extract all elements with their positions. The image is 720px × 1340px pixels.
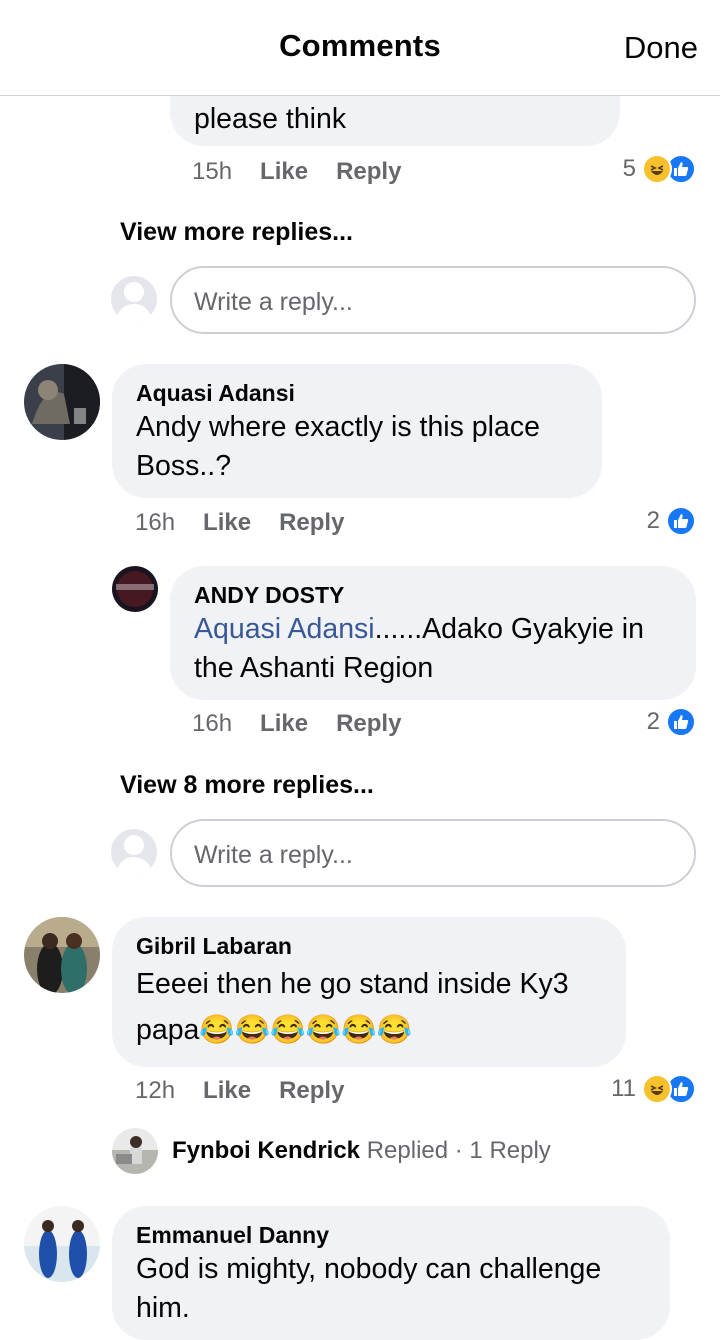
page-title: Comments <box>279 28 441 63</box>
replies-summary-link[interactable]: Fynboi Kendrick Replied · 1 Reply <box>172 1137 551 1165</box>
comment-text: Aquasi Adansi......Adako Gyakyie in the … <box>194 610 672 688</box>
done-button[interactable]: Done <box>624 30 698 66</box>
like-link[interactable]: Like <box>260 710 308 737</box>
comment-meta: 12h Like Reply <box>135 1077 372 1105</box>
comment-bubble[interactable]: Emmanuel Danny God is mighty, nobody can… <box>112 1206 670 1340</box>
avatar[interactable] <box>24 364 100 440</box>
comment-text: Andy where exactly is this place Boss..? <box>136 411 540 482</box>
comment-author[interactable]: Aquasi Adansi <box>136 378 578 408</box>
comment-time: 16h <box>192 710 233 737</box>
comment-time: 15h <box>192 158 233 185</box>
view-more-replies-link[interactable]: View 8 more replies... <box>120 771 374 800</box>
like-link[interactable]: Like <box>203 509 251 536</box>
avatar[interactable] <box>24 917 100 993</box>
replied-label: Replied <box>366 1137 449 1164</box>
comment-bubble[interactable]: Aquasi Adansi Andy where exactly is this… <box>112 364 602 498</box>
avatar[interactable] <box>112 1128 158 1174</box>
like-icon <box>666 707 696 737</box>
mention-link[interactable]: Aquasi Adansi <box>194 613 375 645</box>
comment-meta: 16h Like Reply <box>135 509 372 537</box>
reaction-count: 5 <box>622 155 636 182</box>
comment-time: 16h <box>135 509 176 536</box>
reply-bubble[interactable]: please think <box>170 96 620 146</box>
reaction-count: 2 <box>646 708 660 735</box>
comment-author[interactable]: Emmanuel Danny <box>136 1220 646 1250</box>
comment-author[interactable]: ANDY DOSTY <box>194 580 672 610</box>
like-link[interactable]: Like <box>203 1077 251 1104</box>
comment-time: 12h <box>135 1077 176 1104</box>
reaction-summary[interactable]: 5 <box>623 154 696 184</box>
reply-link[interactable]: Reply <box>279 1077 344 1104</box>
like-link[interactable]: Like <box>260 158 308 185</box>
comment-meta: 16h Like Reply <box>192 710 429 738</box>
like-icon <box>666 506 696 536</box>
comment-meta: 15h Like Reply <box>192 158 429 186</box>
avatar[interactable] <box>112 566 158 612</box>
reaction-count: 2 <box>646 507 660 534</box>
comment-text: Eeeei then he go stand inside Ky3 <box>136 968 569 1000</box>
reaction-summary[interactable]: 2 <box>647 506 696 536</box>
reply-count: · 1 Reply <box>454 1137 551 1164</box>
comment-text: please think <box>194 103 347 135</box>
haha-icon <box>642 1074 672 1104</box>
avatar-placeholder <box>111 276 157 322</box>
reaction-summary[interactable]: 11 <box>611 1074 696 1104</box>
avatar-placeholder <box>111 829 157 875</box>
reply-link[interactable]: Reply <box>279 509 344 536</box>
comment-text: God is mighty, nobody can challenge him. <box>136 1253 602 1324</box>
reply-input[interactable]: Write a reply... <box>170 266 696 334</box>
view-more-replies-link[interactable]: View more replies... <box>120 218 353 247</box>
comments-list[interactable]: please think 15h Like Reply 5 View more re… <box>0 96 720 1340</box>
reply-link[interactable]: Reply <box>336 710 401 737</box>
laughing-emoji: 😂😂😂😂😂😂 <box>199 1014 413 1046</box>
comment-bubble[interactable]: Gibril Labaran Eeeei then he go stand in… <box>112 917 626 1067</box>
reply-bubble[interactable]: ANDY DOSTY Aquasi Adansi......Adako Gyak… <box>170 566 696 700</box>
haha-icon <box>642 154 672 184</box>
comment-text-line2: papa😂😂😂😂😂😂 <box>136 1007 602 1053</box>
replier-name: Fynboi Kendrick <box>172 1137 361 1164</box>
comment-text-end: papa <box>136 1014 200 1046</box>
reaction-summary[interactable]: 2 <box>647 707 696 737</box>
comments-header: Comments Done <box>0 0 720 96</box>
reply-input[interactable]: Write a reply... <box>170 819 696 887</box>
avatar[interactable] <box>24 1206 100 1282</box>
reaction-count: 11 <box>611 1075 636 1102</box>
reply-link[interactable]: Reply <box>336 158 401 185</box>
comment-author[interactable]: Gibril Labaran <box>136 931 602 961</box>
